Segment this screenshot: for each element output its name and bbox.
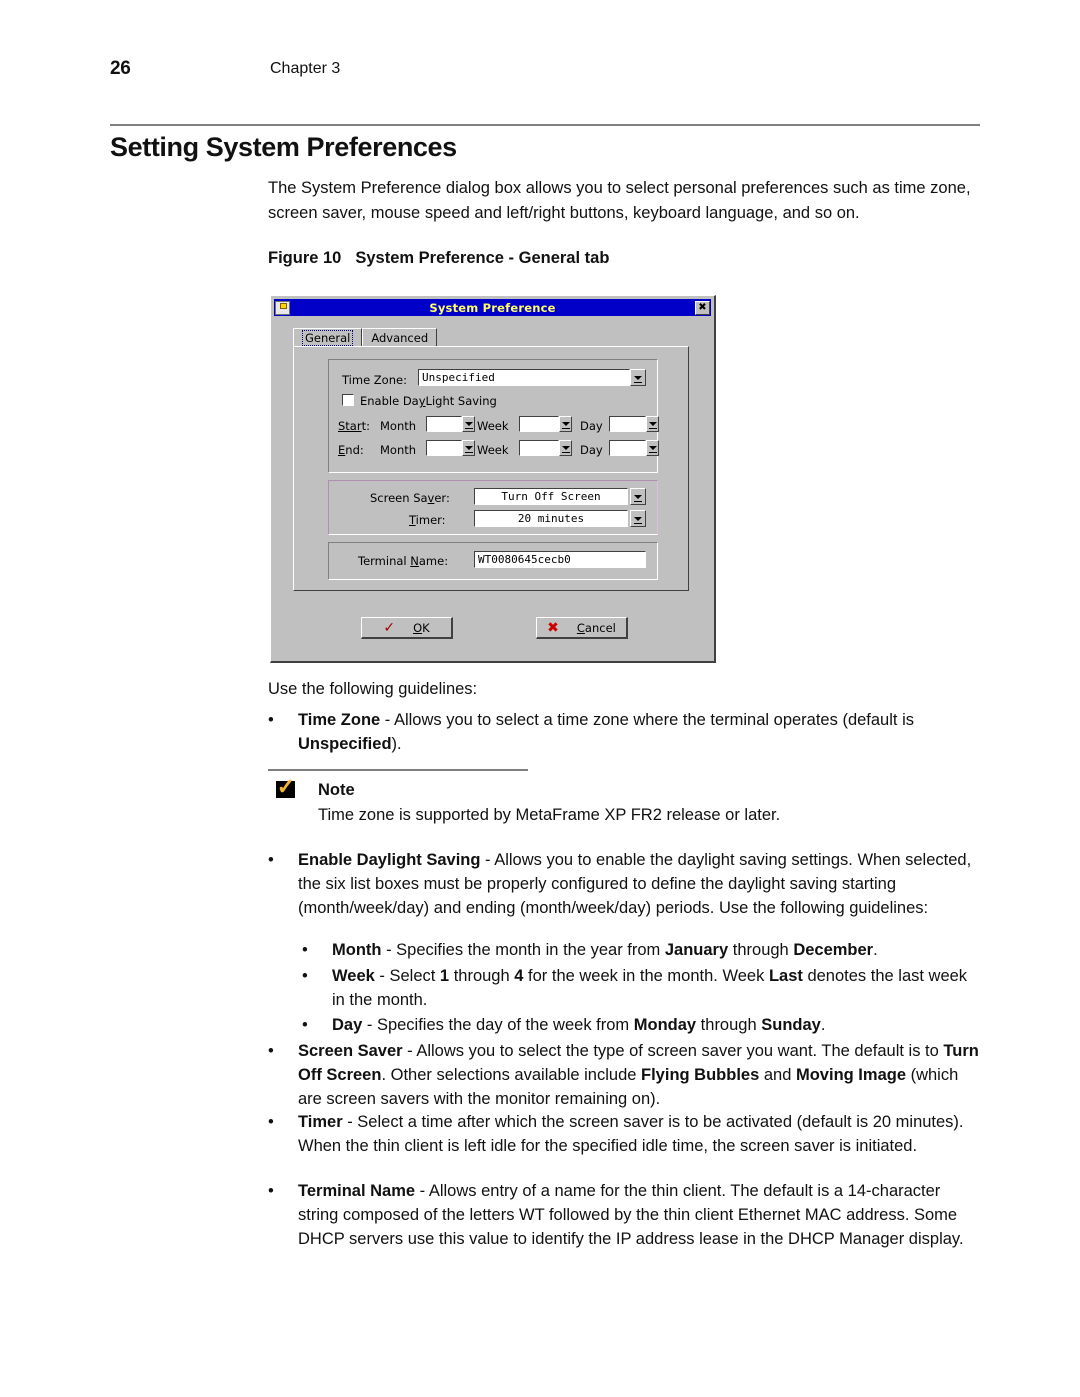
dialog-titlebar: System Preference ✖ xyxy=(274,299,711,316)
bullet-marker: • xyxy=(268,1182,274,1200)
term-time-zone: Time Zone xyxy=(298,711,381,729)
bullet-marker: • xyxy=(302,1016,308,1034)
start-day-dropdown-arrow-icon[interactable] xyxy=(646,416,659,432)
checkmark-icon: ✓ xyxy=(383,619,396,636)
screen-saver-label: Screen Saver: xyxy=(370,491,450,505)
tab-advanced[interactable]: Advanced xyxy=(362,328,438,347)
bullet-daylight-text: Enable Daylight Saving - Allows you to e… xyxy=(298,851,972,917)
bullet-timer-text: Timer - Select a time after which the sc… xyxy=(298,1113,964,1155)
end-day-caption: Day xyxy=(580,443,603,457)
start-row-label: Start: xyxy=(338,419,370,433)
note-divider xyxy=(268,769,528,771)
bullet-day-text: Day - Specifies the day of the week from… xyxy=(332,1016,826,1034)
start-month-dropdown-arrow-icon[interactable] xyxy=(462,416,475,432)
system-preference-dialog: System Preference ✖ General Advanced Tim… xyxy=(270,295,716,663)
document-icon xyxy=(275,300,290,315)
bullet-time-zone: • Time Zone - Allows you to select a tim… xyxy=(268,708,980,756)
start-week-select[interactable] xyxy=(519,416,559,432)
bullet-marker: • xyxy=(268,1042,274,1060)
bullet-timer: • Timer - Select a time after which the … xyxy=(268,1110,980,1158)
figure-caption: Figure 10 System Preference - General tab xyxy=(268,249,609,268)
page-number: 26 xyxy=(110,58,131,79)
bullet-time-zone-text: Time Zone - Allows you to select a time … xyxy=(298,711,914,753)
bullet-day: • Day - Specifies the day of the week fr… xyxy=(268,1013,980,1037)
end-day-select[interactable] xyxy=(609,440,646,456)
close-icon[interactable]: ✖ xyxy=(695,300,710,315)
start-day-select[interactable] xyxy=(609,416,646,432)
bullet-daylight-saving: • Enable Daylight Saving - Allows you to… xyxy=(268,848,980,920)
general-tab-panel: Time Zone: Unspecified Enable DayLight S… xyxy=(293,346,689,591)
chapter-label: Chapter 3 xyxy=(270,60,341,77)
bullet-month-text: Month - Specifies the month in the year … xyxy=(332,941,878,959)
terminal-name-label: Terminal Name: xyxy=(358,554,449,568)
bullet-terminal-name: • Terminal Name - Allows entry of a name… xyxy=(268,1179,980,1251)
bullet-week: • Week - Select 1 through 4 for the week… xyxy=(268,964,980,1012)
end-month-caption: Month xyxy=(380,443,417,457)
bullet-marker: • xyxy=(268,851,274,869)
bullet-screen-saver: • Screen Saver - Allows you to select th… xyxy=(268,1039,980,1111)
cancel-button-label: Cancel xyxy=(576,620,616,635)
bullet-month: • Month - Specifies the month in the yea… xyxy=(268,938,980,962)
screen-saver-dropdown-arrow-icon[interactable] xyxy=(630,488,646,505)
daylight-saving-label: Enable DayLight Saving xyxy=(360,394,497,408)
bullet-week-text: Week - Select 1 through 4 for the week i… xyxy=(332,967,968,1009)
tab-general[interactable]: General xyxy=(293,328,363,347)
cross-icon: ✖ xyxy=(547,619,559,636)
tab-general-label: General xyxy=(302,330,354,346)
timer-select[interactable]: 20 minutes xyxy=(474,510,628,527)
screen-saver-select[interactable]: Turn Off Screen xyxy=(474,488,628,505)
end-row-label: End: xyxy=(338,443,364,457)
timer-dropdown-arrow-icon[interactable] xyxy=(630,510,646,527)
bullet-marker: • xyxy=(302,967,308,985)
end-month-dropdown-arrow-icon[interactable] xyxy=(462,440,475,456)
end-week-caption: Week xyxy=(477,443,509,457)
guidelines-lead: Use the following guidelines: xyxy=(268,680,478,698)
start-week-caption: Week xyxy=(477,419,509,433)
bullet-marker: • xyxy=(268,1113,274,1131)
end-week-dropdown-arrow-icon[interactable] xyxy=(559,440,572,456)
bullet-marker: • xyxy=(268,711,274,729)
cancel-button[interactable]: ✖ Cancel xyxy=(536,617,628,639)
dialog-title: System Preference xyxy=(429,300,556,315)
start-month-caption: Month xyxy=(380,419,417,433)
start-month-select[interactable] xyxy=(426,416,462,432)
end-day-dropdown-arrow-icon[interactable] xyxy=(646,440,659,456)
start-day-caption: Day xyxy=(580,419,603,433)
checkmark-note-icon: ✓ xyxy=(276,774,296,799)
page-header: 26 Chapter 3 xyxy=(110,58,980,88)
time-zone-label: Time Zone: xyxy=(342,373,407,387)
note-title: Note xyxy=(318,781,355,799)
header-divider xyxy=(110,124,980,126)
daylight-saving-checkbox[interactable] xyxy=(342,394,354,406)
timer-label: Timer: xyxy=(409,513,446,527)
bullet-marker: • xyxy=(302,941,308,959)
dialog-tabstrip: General Advanced xyxy=(293,328,438,347)
terminal-name-input[interactable]: WT0080645cecb0 xyxy=(474,551,646,568)
bullet-terminal-name-text: Terminal Name - Allows entry of a name f… xyxy=(298,1182,964,1248)
note-body: Time zone is supported by MetaFrame XP F… xyxy=(318,806,781,824)
figure-title: System Preference - General tab xyxy=(355,249,610,267)
intro-paragraph: The System Preference dialog box allows … xyxy=(268,179,971,222)
start-week-dropdown-arrow-icon[interactable] xyxy=(559,416,572,432)
time-zone-select[interactable]: Unspecified xyxy=(418,369,630,386)
figure-number: Figure 10 xyxy=(268,249,342,267)
bullet-screen-saver-text: Screen Saver - Allows you to select the … xyxy=(298,1042,979,1108)
tab-advanced-label: Advanced xyxy=(371,331,429,345)
page-title: Setting System Preferences xyxy=(110,132,457,162)
end-month-select[interactable] xyxy=(426,440,462,456)
ok-button[interactable]: ✓ OK xyxy=(361,617,453,639)
end-week-select[interactable] xyxy=(519,440,559,456)
time-zone-dropdown-arrow-icon[interactable] xyxy=(630,369,646,386)
ok-button-label: OK xyxy=(413,620,430,635)
